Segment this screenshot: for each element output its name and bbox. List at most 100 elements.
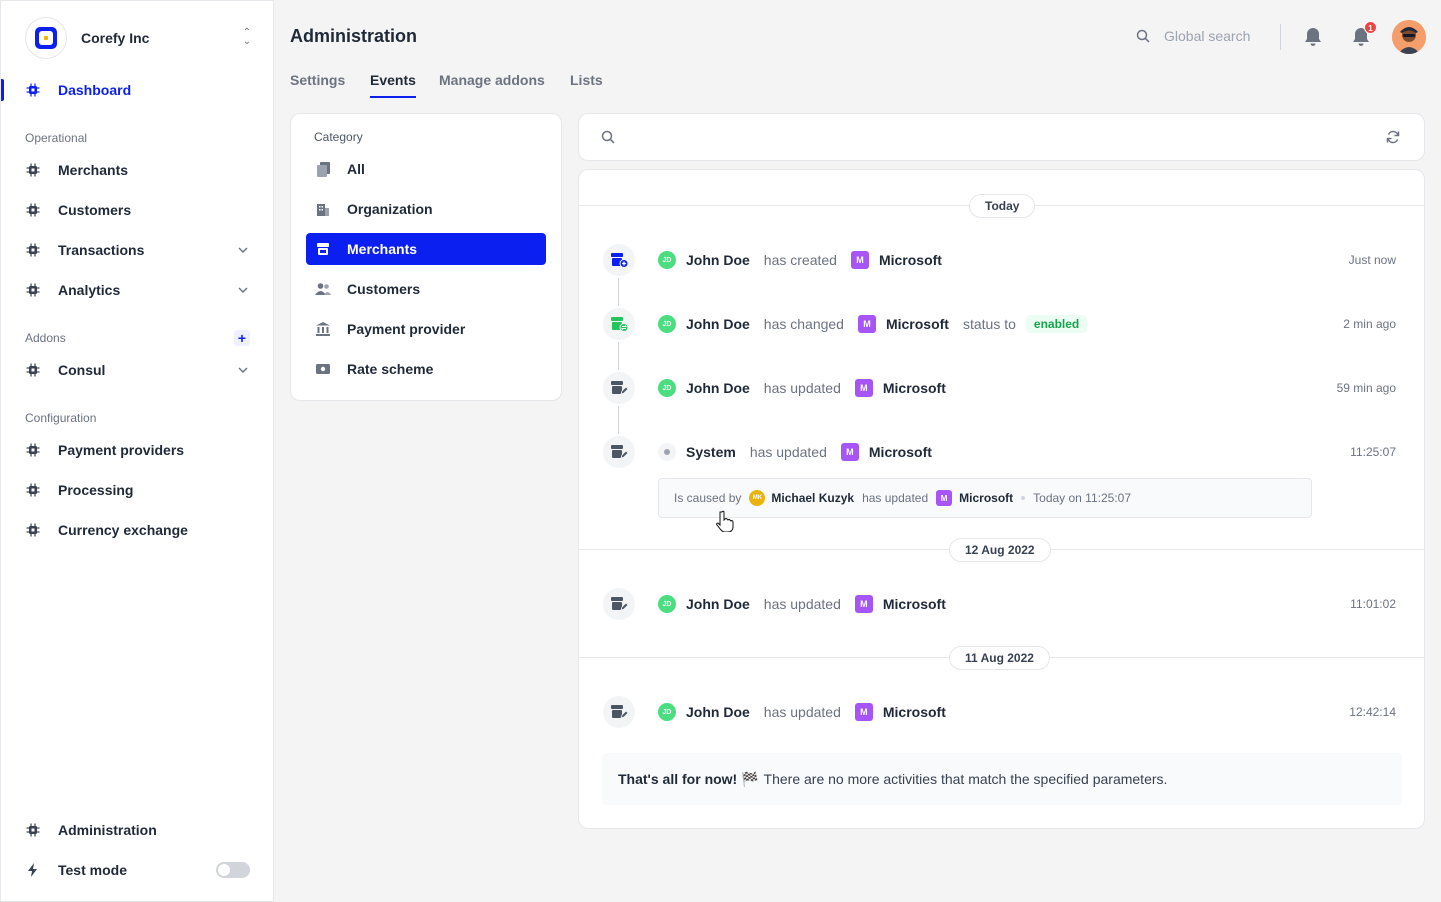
sidebar-item-transactions[interactable]: Transactions [25, 238, 251, 262]
sidebar-item-customers[interactable]: Customers [25, 198, 251, 222]
category-item-customers[interactable]: Customers [306, 273, 546, 305]
sidebar-item-analytics[interactable]: Analytics [25, 278, 251, 302]
chevron-down-icon[interactable] [235, 284, 251, 296]
category-label: Rate scheme [347, 361, 434, 377]
event-verb: has updated [763, 380, 841, 396]
entity-name[interactable]: Microsoft [959, 491, 1013, 505]
avatar[interactable] [1392, 20, 1426, 54]
bell-icon[interactable] [1302, 26, 1324, 48]
store-swap-icon [603, 308, 635, 340]
sidebar-item-processing[interactable]: Processing [25, 478, 251, 502]
org-switcher[interactable]: Corefy Inc ⌃ ⌄ [25, 17, 255, 59]
event-time: 2 min ago [1343, 317, 1396, 331]
tab-events[interactable]: Events [370, 72, 416, 98]
header-divider [1280, 24, 1281, 50]
sidebar-item-label: Currency exchange [58, 522, 188, 538]
entity-badge: M [854, 379, 873, 397]
sidebar-item-label: Merchants [58, 162, 129, 178]
global-search[interactable]: Global search [1136, 28, 1250, 44]
test-mode-toggle[interactable] [216, 862, 250, 878]
notification-badge: 1 [1364, 21, 1377, 34]
actor-name[interactable]: John Doe [686, 704, 750, 720]
event-verb: has updated [763, 704, 841, 720]
sidebar-item-label: Dashboard [58, 82, 132, 98]
event-row[interactable]: JD John Doe has updated M Microsoft [658, 593, 946, 615]
sidebar-item-payment-providers[interactable]: Payment providers [25, 438, 251, 462]
chevron-down-icon[interactable] [235, 364, 251, 376]
sidebar-item-merchants[interactable]: Merchants [25, 158, 251, 182]
end-message-text: There are no more activities that match … [763, 771, 1168, 787]
event-time: Just now [1348, 253, 1396, 267]
category-label: All [347, 161, 365, 177]
actor-avatar: JD [658, 379, 676, 397]
section-operational: Operational [25, 131, 88, 145]
end-of-feed-message: That's all for now! 🏁 There are no more … [602, 753, 1402, 805]
entity-name[interactable]: Microsoft [883, 704, 946, 720]
event-row[interactable]: JD John Doe has updated M Microsoft [658, 377, 946, 399]
lightning-icon [25, 862, 41, 878]
entity-badge: M [854, 595, 873, 613]
sidebar-item-administration[interactable]: Administration [25, 818, 251, 842]
actor-name[interactable]: John Doe [686, 316, 750, 332]
store-edit-icon [603, 372, 635, 404]
system-avatar [658, 443, 676, 461]
category-item-rate-scheme[interactable]: Rate scheme [306, 353, 546, 385]
event-verb: has updated [862, 491, 929, 505]
actor-avatar: JD [658, 251, 676, 269]
events-search-input[interactable] [578, 113, 1425, 161]
entity-badge: M [936, 490, 953, 506]
store-add-icon [603, 244, 635, 276]
add-addon-icon[interactable]: + [234, 330, 250, 346]
actor-name[interactable]: John Doe [686, 252, 750, 268]
event-time: 59 min ago [1336, 381, 1396, 395]
tab-manage-addons[interactable]: Manage addons [439, 72, 545, 98]
event-row[interactable]: JD John Doe has created M Microsoft [658, 249, 942, 271]
store-edit-icon [603, 436, 635, 468]
bank-icon [315, 321, 331, 337]
tab-settings[interactable]: Settings [290, 72, 345, 98]
status-to-label: status to [962, 316, 1016, 332]
event-row[interactable]: JD John Doe has changed M Microsoft stat… [658, 313, 1088, 335]
sidebar: Corefy Inc ⌃ ⌄ Dashboard Operational Merc… [0, 0, 274, 902]
chip-icon [25, 202, 41, 218]
category-label: Organization [347, 201, 433, 217]
separator-dot [1021, 496, 1026, 500]
sidebar-item-dashboard[interactable]: Dashboard [25, 78, 251, 102]
date-label: 11 Aug 2022 [949, 646, 1050, 670]
chip-icon [25, 362, 41, 378]
entity-name[interactable]: Microsoft [883, 596, 946, 612]
sidebar-item-currency-exchange[interactable]: Currency exchange [25, 518, 251, 542]
category-item-merchants[interactable]: Merchants [306, 233, 546, 265]
sidebar-item-consul[interactable]: Consul [25, 358, 251, 382]
actor-avatar: JD [658, 595, 676, 613]
refresh-icon[interactable] [1386, 130, 1400, 144]
chevron-up-down-icon[interactable]: ⌃ ⌄ [239, 28, 255, 48]
event-row[interactable]: JD John Doe has updated M Microsoft [658, 701, 946, 723]
global-search-placeholder: Global search [1164, 28, 1251, 44]
event-verb: has updated [763, 596, 841, 612]
chip-icon [25, 82, 41, 98]
actor-avatar: JD [658, 703, 676, 721]
entity-badge: M [840, 443, 859, 461]
actor-name[interactable]: John Doe [686, 596, 750, 612]
chip-icon [25, 242, 41, 258]
entity-name[interactable]: Microsoft [879, 252, 942, 268]
chip-icon [25, 282, 41, 298]
users-icon [315, 281, 331, 297]
actor-avatar: MK [749, 490, 766, 506]
category-item-payment-provider[interactable]: Payment provider [306, 313, 546, 345]
entity-name[interactable]: Microsoft [869, 444, 932, 460]
category-item-all[interactable]: All [306, 153, 546, 185]
event-time: Today on 11:25:07 [1033, 491, 1131, 505]
entity-badge: M [854, 703, 873, 721]
actor-name[interactable]: John Doe [686, 380, 750, 396]
tab-lists[interactable]: Lists [570, 72, 603, 98]
event-row[interactable]: System has updated M Microsoft [658, 441, 932, 463]
category-item-organization[interactable]: Organization [306, 193, 546, 225]
chevron-down-icon[interactable] [235, 244, 251, 256]
actor-name[interactable]: Michael Kuzyk [771, 491, 854, 505]
event-time: 11:01:02 [1350, 597, 1396, 611]
chip-icon [25, 522, 41, 538]
entity-name[interactable]: Microsoft [886, 316, 949, 332]
entity-name[interactable]: Microsoft [883, 380, 946, 396]
